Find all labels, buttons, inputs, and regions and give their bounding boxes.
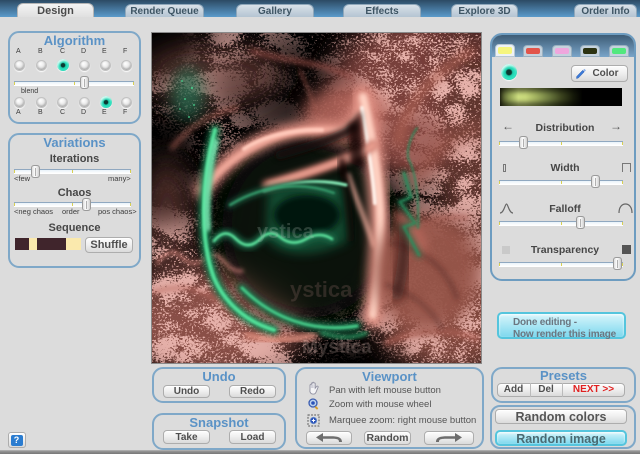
svg-text:ystica: ystica	[290, 277, 353, 302]
svg-text:Mystica: Mystica	[302, 337, 372, 358]
svg-text:ystica: ystica	[257, 221, 315, 243]
